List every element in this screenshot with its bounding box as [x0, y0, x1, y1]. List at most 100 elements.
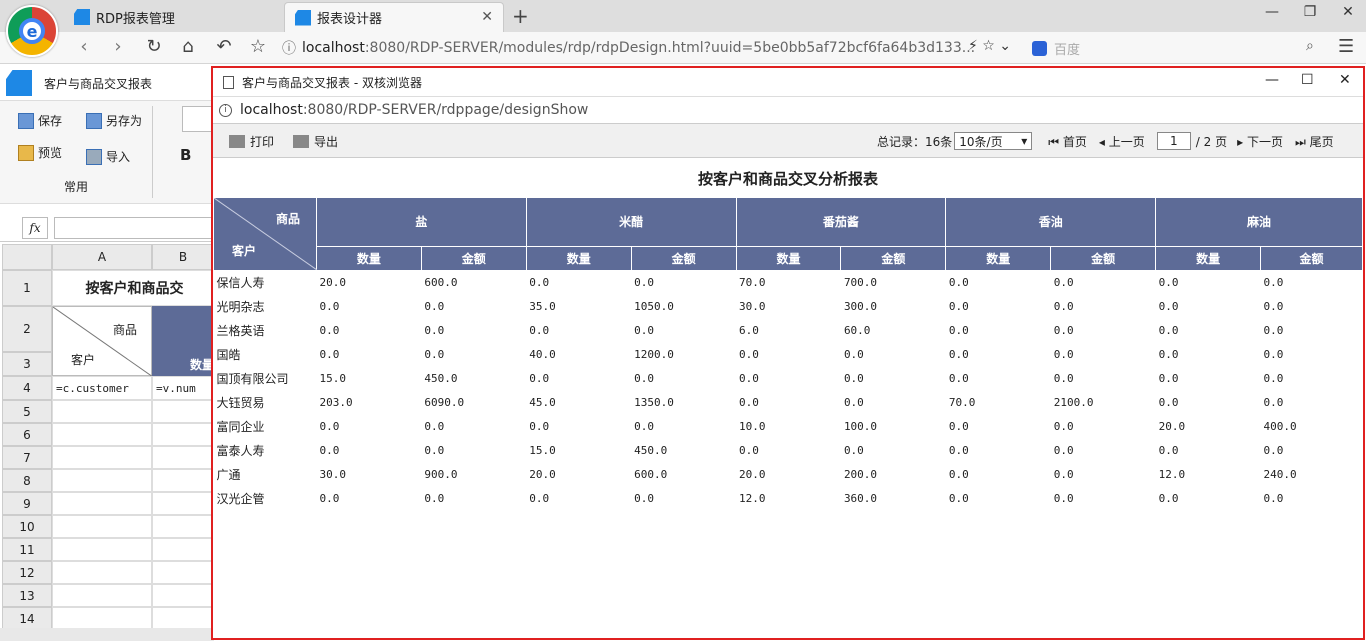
row-header[interactable]: 11 — [2, 538, 52, 561]
grid-cell[interactable] — [52, 469, 152, 492]
row-header[interactable]: 6 — [2, 423, 52, 446]
grid-cell[interactable] — [152, 423, 214, 446]
tab-report-designer[interactable]: 报表设计器 ✕ — [284, 2, 504, 32]
horizontal-scrollbar[interactable] — [0, 628, 214, 641]
close-window-button[interactable]: ✕ — [1328, 4, 1366, 20]
bold-button[interactable]: B — [180, 146, 191, 164]
save-as-button[interactable]: 另存为 — [86, 112, 142, 129]
font-select[interactable] — [182, 106, 212, 132]
value-cell: 0.0 — [948, 468, 969, 481]
cell-title[interactable]: 按客户和商品交 — [52, 270, 214, 306]
save-button[interactable]: 保存 — [18, 112, 62, 129]
cell-a4[interactable]: =c.customer — [52, 376, 152, 400]
grid-corner[interactable] — [2, 244, 52, 270]
grid-cell[interactable] — [152, 584, 214, 607]
table-row: 富泰人寿 0.0 0.0 15.0 450.0 0.0 0.0 0.0 0.0 0.0 0.0 — [214, 439, 1363, 463]
export-button[interactable]: 导出 — [293, 133, 338, 150]
first-page-button[interactable]: ⏮ 首页 — [1048, 133, 1087, 150]
tab-rdp-management[interactable]: RDP报表管理 — [64, 2, 280, 32]
last-page-label: 尾页 — [1309, 134, 1334, 149]
page-number-input[interactable]: 1 — [1156, 132, 1191, 150]
row-header[interactable]: 9 — [2, 492, 52, 515]
cell-diagonal-header[interactable]: 商品 客户 — [52, 306, 153, 377]
grid-cell[interactable] — [152, 607, 214, 630]
popup-maximize-button[interactable]: ☐ — [1301, 72, 1314, 88]
grid-cell[interactable] — [152, 538, 214, 561]
grid-cell[interactable] — [52, 423, 152, 446]
cell-product-header[interactable] — [152, 306, 214, 352]
grid-cell[interactable] — [152, 446, 214, 469]
new-tab-button[interactable]: + — [512, 4, 529, 28]
formula-input[interactable] — [54, 217, 214, 239]
grid-cell[interactable] — [52, 584, 152, 607]
save-icon — [18, 112, 34, 129]
grid-cell[interactable] — [152, 400, 214, 423]
grid-cell[interactable] — [152, 561, 214, 584]
column-header-a[interactable]: A — [52, 244, 152, 270]
import-button[interactable]: 导入 — [86, 148, 130, 165]
back-icon[interactable]: ‹ — [72, 36, 96, 57]
column-header-b[interactable]: B — [152, 244, 214, 270]
save-as-label: 另存为 — [106, 114, 143, 128]
home-icon[interactable]: ⌂ — [176, 36, 200, 57]
grid-cell[interactable] — [152, 515, 214, 538]
row-header[interactable]: 2 — [2, 306, 52, 352]
grid-cell[interactable] — [52, 400, 152, 423]
tab-close-icon[interactable]: ✕ — [481, 9, 493, 25]
value-cell: 0.0 — [1053, 444, 1074, 457]
row-header[interactable]: 10 — [2, 515, 52, 538]
row-header[interactable]: 4 — [2, 376, 52, 400]
next-page-button[interactable]: ▸ 下一页 — [1237, 133, 1283, 150]
row-header[interactable]: 1 — [2, 270, 52, 306]
minimize-button[interactable]: — — [1252, 4, 1292, 20]
row-header[interactable]: 7 — [2, 446, 52, 469]
grid-cell[interactable] — [52, 492, 152, 515]
address-bar[interactable]: ⓘ localhost:8080/RDP-SERVER/modules/rdp/… — [282, 36, 1022, 60]
prev-page-label: 上一页 — [1108, 134, 1145, 149]
popup-title-bar: 客户与商品交叉报表 - 双核浏览器 — [213, 68, 1363, 96]
prev-page-button[interactable]: ◂ 上一页 — [1099, 133, 1145, 150]
search-icon[interactable]: ⌕ — [1306, 38, 1314, 54]
grid-cell[interactable] — [52, 607, 152, 630]
cell-qty-header[interactable]: 数量 — [152, 352, 214, 376]
lightning-icon[interactable]: ⚡ ☆ ⌄ — [968, 38, 1011, 54]
print-button[interactable]: 打印 — [229, 133, 274, 150]
row-header[interactable]: 12 — [2, 561, 52, 584]
value-cell: 0.0 — [424, 492, 445, 505]
grid-cell[interactable] — [152, 469, 214, 492]
value-cell: 0.0 — [1053, 492, 1074, 505]
menu-icon[interactable]: ☰ — [1338, 36, 1354, 57]
row-header[interactable]: 14 — [2, 607, 52, 630]
value-cell: 0.0 — [319, 324, 340, 337]
tab-label: RDP报表管理 — [96, 11, 175, 27]
search-box[interactable]: 百度 — [1032, 36, 1340, 60]
popup-close-button[interactable]: ✕ — [1339, 72, 1351, 88]
bookmark-star-icon[interactable]: ☆ — [246, 36, 270, 57]
value-cell: 30.0 — [739, 300, 766, 313]
last-page-button[interactable]: ⏭ 尾页 — [1295, 133, 1334, 150]
row-header[interactable]: 13 — [2, 584, 52, 607]
preview-button[interactable]: 预览 — [18, 144, 62, 161]
row-header[interactable]: 3 — [2, 352, 52, 376]
row-header[interactable]: 8 — [2, 469, 52, 492]
cell-b4[interactable]: =v.num — [152, 376, 214, 400]
maximize-button[interactable]: ❐ — [1290, 4, 1330, 20]
row-header[interactable]: 5 — [2, 400, 52, 423]
undo-icon[interactable]: ↶ — [212, 36, 236, 57]
fx-icon[interactable]: fx — [22, 217, 48, 239]
reload-icon[interactable]: ↻ — [142, 36, 166, 57]
grid-cell[interactable] — [52, 561, 152, 584]
grid-cell[interactable] — [52, 515, 152, 538]
grid-cell[interactable] — [52, 538, 152, 561]
value-cell: 0.0 — [948, 372, 969, 385]
grid-cell[interactable] — [152, 492, 214, 515]
popup-minimize-button[interactable]: — — [1265, 72, 1279, 88]
page-size-select[interactable]: 10条/页 ▾ — [954, 132, 1033, 150]
value-cell: 0.0 — [634, 492, 655, 505]
forward-icon[interactable]: › — [106, 36, 130, 57]
table-row: 保信人寿 20.0 600.0 0.0 0.0 70.0 700.0 0.0 0.0 0.0 0.0 — [214, 271, 1363, 295]
popup-address-bar[interactable]: i localhost:8080/RDP-SERVER/rdppage/desi… — [213, 96, 1363, 124]
value-cell: 0.0 — [948, 276, 969, 290]
grid-cell[interactable] — [52, 446, 152, 469]
value-cell: 0.0 — [1263, 444, 1284, 457]
